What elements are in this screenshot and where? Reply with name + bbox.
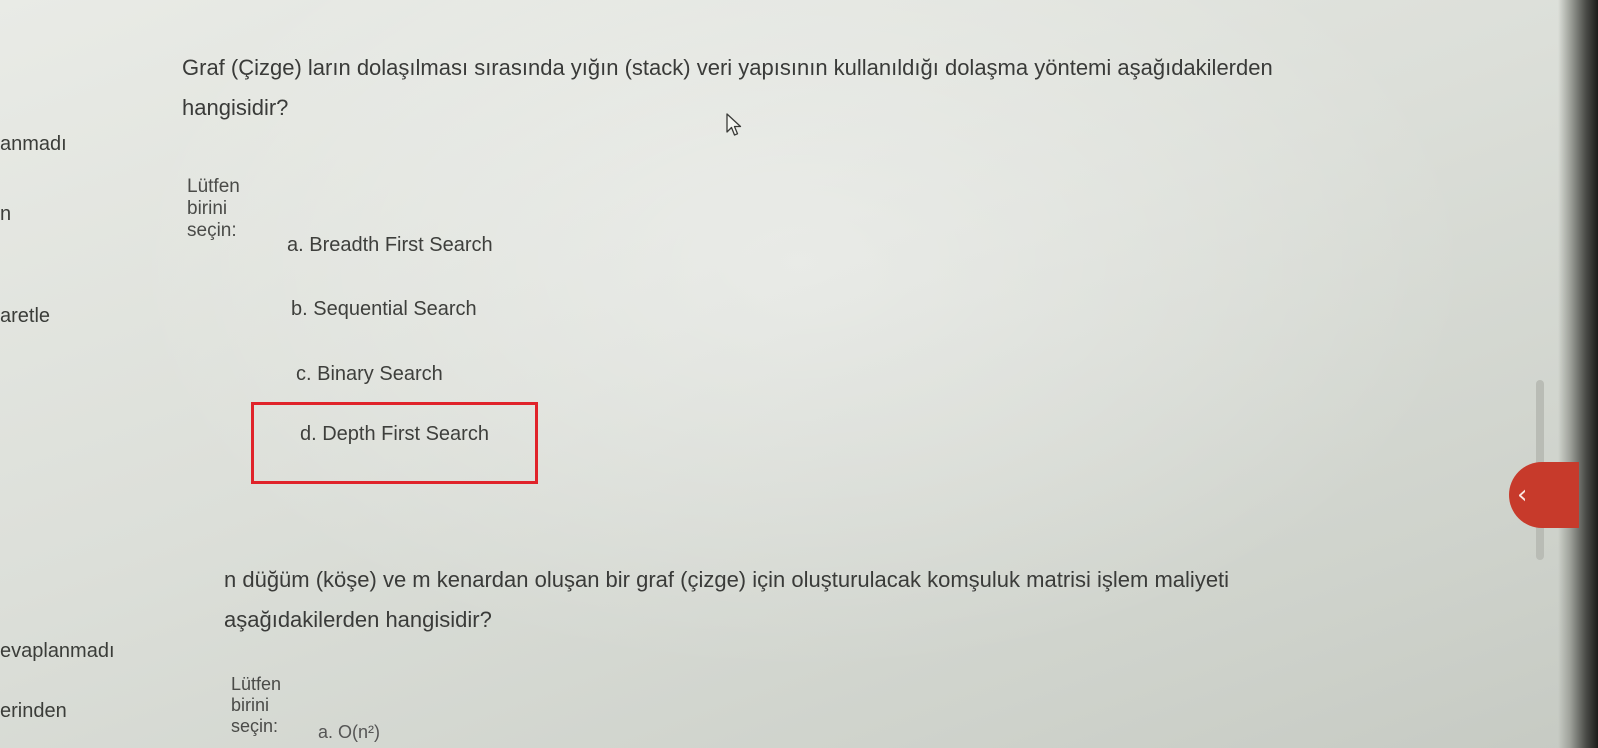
monitor-bezel [1558, 0, 1598, 748]
question-2-text-line: aşağıdakilerden hangisidir? [224, 607, 492, 632]
question-status-label: evaplanmadı [0, 640, 115, 662]
answer-prompt: Lütfen birini seçin: [187, 176, 240, 241]
question-navigation-panel: anmadı n aretle evaplanmadı erinden [0, 0, 160, 748]
answer-highlight-box [251, 402, 538, 484]
question-status-label: n [0, 203, 12, 225]
answer-prompt: Lütfen birini seçin: [231, 674, 282, 736]
question-2-text-line: n düğüm (köşe) ve m kenardan oluşan bir … [224, 567, 1230, 592]
drawer-toggle-button[interactable]: ‹ [1509, 462, 1579, 528]
question-2-text: n düğüm (köşe) ve m kenardan oluşan bir … [224, 562, 1424, 638]
question-status-label: anmadı [0, 133, 67, 155]
question-1-text-line: Graf (Çizge) ların dolaşılması sırasında… [182, 55, 1273, 80]
question-mark-label: erinden [0, 700, 67, 722]
answer-option-b[interactable]: b. Sequential Search [291, 298, 477, 321]
question-1-text: Graf (Çizge) ların dolaşılması sırasında… [182, 50, 1482, 126]
chevron-left-icon: ‹ [1517, 480, 1528, 510]
answer-option-c[interactable]: c. Binary Search [296, 363, 443, 386]
flag-question-link[interactable]: aretle [0, 305, 50, 328]
mouse-cursor-icon [726, 113, 742, 136]
answer-option-a-partial[interactable]: a. O(n²) [318, 722, 380, 743]
question-1-text-line: hangisidir? [182, 95, 289, 120]
answer-option-a[interactable]: a. Breadth First Search [287, 234, 493, 257]
